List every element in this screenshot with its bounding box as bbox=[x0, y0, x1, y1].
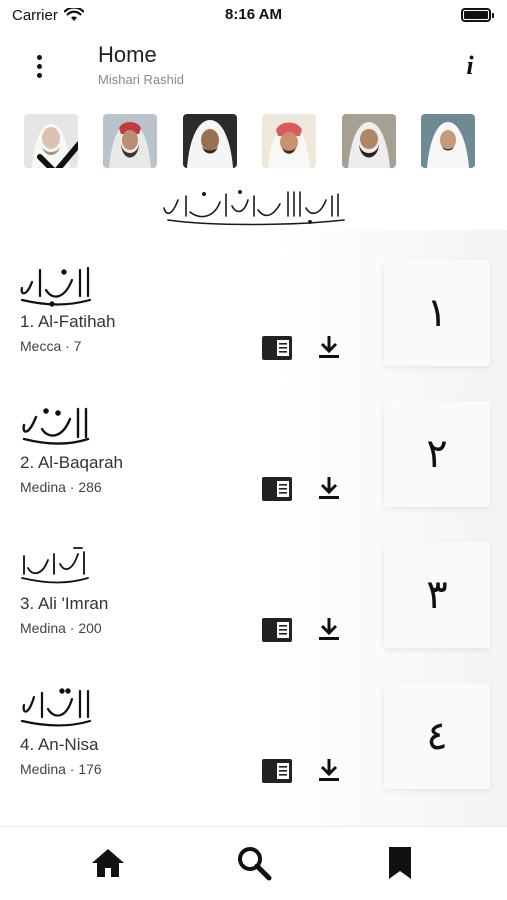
list-item[interactable]: 4. An-Nisa Medina · 176 ٤ bbox=[0, 675, 507, 816]
surah-name: 1. Al-Fatihah bbox=[20, 312, 116, 331]
book-reader-icon[interactable] bbox=[262, 618, 292, 642]
list-item[interactable]: 2. Al-Baqarah Medina · 286 ٢ bbox=[0, 393, 507, 534]
reciter-avatar[interactable] bbox=[421, 114, 476, 168]
surah-meta: Medina · 200 bbox=[20, 620, 102, 636]
book-reader-icon[interactable] bbox=[262, 759, 292, 783]
an-nisa-calligraphy-icon bbox=[20, 688, 92, 727]
al-baqarah-calligraphy-icon bbox=[22, 407, 90, 445]
more-vertical-icon[interactable] bbox=[22, 46, 56, 86]
tab-bookmarks[interactable] bbox=[380, 843, 420, 883]
list-item[interactable]: 3. Ali 'Imran Medina · 200 ٣ bbox=[0, 534, 507, 675]
reciter-avatar[interactable] bbox=[262, 114, 317, 168]
search-icon bbox=[238, 847, 272, 881]
ali-imran-calligraphy-icon bbox=[21, 547, 89, 584]
tab-search[interactable] bbox=[234, 843, 274, 883]
surah-number-card[interactable]: ٢ bbox=[384, 401, 490, 507]
status-left: Carrier bbox=[12, 7, 84, 24]
surah-list: 1. Al-Fatihah Mecca · 7 ١ 2. Al-Baqarah … bbox=[0, 252, 507, 816]
home-icon bbox=[92, 849, 124, 877]
reciter-portrait bbox=[103, 114, 158, 168]
surah-name: 2. Al-Baqarah bbox=[20, 453, 124, 472]
reciter-strip[interactable] bbox=[24, 114, 494, 170]
check-icon bbox=[36, 140, 78, 168]
reciter-subtitle: Mishari Rashid bbox=[98, 72, 184, 87]
surah-number-card[interactable]: ٣ bbox=[384, 542, 490, 648]
status-bar: Carrier bbox=[0, 0, 507, 30]
tab-bar bbox=[0, 826, 507, 900]
reciter-portrait bbox=[262, 114, 317, 168]
reciter-portrait bbox=[341, 114, 396, 168]
reciter-avatar[interactable] bbox=[24, 114, 78, 168]
battery-icon bbox=[461, 8, 494, 22]
surah-name: 4. An-Nisa bbox=[20, 735, 99, 754]
list-item[interactable]: 1. Al-Fatihah Mecca · 7 ١ bbox=[0, 252, 507, 393]
al-fatihah-calligraphy-icon bbox=[20, 266, 92, 307]
reciter-portrait bbox=[421, 114, 476, 168]
download-icon[interactable] bbox=[316, 334, 342, 360]
reciter-portrait bbox=[182, 114, 237, 168]
download-icon[interactable] bbox=[316, 757, 342, 783]
reciter-avatar[interactable] bbox=[182, 114, 237, 168]
surah-meta: Medina · 176 bbox=[20, 761, 102, 777]
download-icon[interactable] bbox=[316, 616, 342, 642]
book-reader-icon[interactable] bbox=[262, 477, 292, 501]
page-title: Home bbox=[98, 42, 157, 67]
header: Home Mishari Rashid i bbox=[0, 36, 507, 96]
isti-adha-calligraphy-icon bbox=[163, 190, 345, 226]
surah-number-card[interactable]: ١ bbox=[384, 260, 490, 366]
reciter-avatar[interactable] bbox=[341, 114, 396, 168]
surah-meta: Mecca · 7 bbox=[20, 338, 82, 354]
download-icon[interactable] bbox=[316, 475, 342, 501]
tab-home[interactable] bbox=[88, 843, 128, 883]
bookmark-icon bbox=[389, 847, 411, 879]
wifi-icon bbox=[63, 8, 84, 21]
info-icon[interactable]: i bbox=[455, 48, 485, 84]
book-reader-icon[interactable] bbox=[262, 336, 292, 360]
reciter-avatar[interactable] bbox=[103, 114, 158, 168]
surah-number-card[interactable]: ٤ bbox=[384, 683, 490, 789]
surah-meta: Medina · 286 bbox=[20, 479, 102, 495]
surah-name: 3. Ali 'Imran bbox=[20, 594, 109, 613]
carrier-label: Carrier bbox=[12, 6, 58, 24]
